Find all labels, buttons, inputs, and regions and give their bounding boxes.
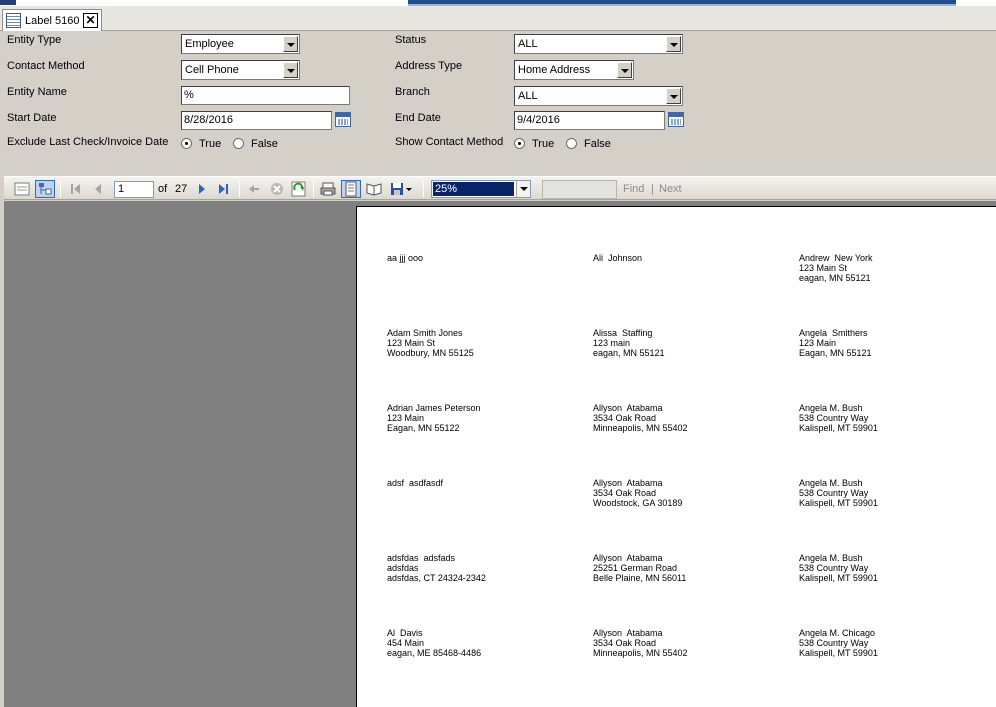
entity-name-label: Entity Name — [7, 86, 67, 98]
zoom-value: 25% — [433, 182, 514, 196]
chevron-down-icon[interactable] — [666, 36, 681, 52]
chevron-down-icon[interactable] — [617, 62, 632, 78]
first-page-icon[interactable] — [66, 180, 86, 198]
address-label: Alissa Staffing 123 main eagan, MN 55121 — [593, 328, 665, 358]
show-contact-false-label: False — [584, 138, 611, 150]
last-page-icon[interactable] — [213, 180, 233, 198]
toolbar-separator — [423, 181, 424, 197]
branch-value: ALL — [518, 90, 538, 102]
address-label: Angela M. Bush 538 Country Way Kalispell… — [799, 403, 878, 433]
export-icon[interactable] — [388, 180, 414, 198]
address-label: Allyson Atabama 3534 Oak Road Minneapoli… — [593, 628, 688, 658]
print-icon[interactable] — [318, 180, 338, 198]
contact-method-value: Cell Phone — [185, 64, 239, 76]
chevron-down-icon[interactable] — [666, 88, 681, 104]
report-icon — [6, 13, 21, 28]
previous-page-icon[interactable] — [88, 180, 108, 198]
entity-name-input[interactable]: % — [181, 86, 350, 105]
address-label: Allyson Atabama 25251 German Road Belle … — [593, 553, 687, 583]
entity-type-label: Entity Type — [7, 34, 62, 46]
zoom-select[interactable]: 25% — [431, 180, 531, 198]
document-map-icon[interactable] — [35, 180, 55, 198]
refresh-icon[interactable] — [289, 180, 309, 198]
status-select[interactable]: ALL — [514, 34, 683, 54]
entity-type-value: Employee — [185, 38, 234, 50]
next-link[interactable]: Next — [659, 183, 682, 195]
start-date-input[interactable]: 8/28/2016 — [181, 111, 332, 130]
entity-type-select[interactable]: Employee — [181, 34, 300, 54]
address-label: Allyson Atabama 3534 Oak Road Minneapoli… — [593, 403, 688, 433]
back-icon[interactable] — [244, 180, 264, 198]
show-contact-label: Show Contact Method — [395, 136, 504, 148]
address-type-value: Home Address — [518, 64, 591, 76]
tab-title: Label 5160 — [25, 14, 80, 27]
show-contact-false-radio[interactable] — [566, 138, 577, 149]
address-label: Angela M. Chicago 538 Country Way Kalisp… — [799, 628, 878, 658]
address-label: Allyson Atabama 3534 Oak Road Woodstock,… — [593, 478, 683, 508]
exclude-last-true-radio[interactable] — [181, 138, 192, 149]
start-date-label: Start Date — [7, 112, 57, 124]
end-date-label: End Date — [395, 112, 441, 124]
calendar-icon[interactable] — [668, 112, 684, 127]
find-link[interactable]: Find — [623, 183, 644, 195]
address-type-label: Address Type — [395, 60, 463, 72]
toolbar-separator — [313, 181, 314, 197]
print-layout-icon[interactable] — [341, 180, 361, 198]
chevron-down-icon[interactable] — [516, 181, 530, 197]
branch-select[interactable]: ALL — [514, 86, 683, 106]
find-separator: | — [651, 183, 654, 195]
calendar-icon[interactable] — [335, 112, 351, 127]
address-label: Adam Smith Jones 123 Main St Woodbury, M… — [387, 328, 474, 358]
toggle-parameters-icon[interactable] — [12, 180, 32, 198]
branch-label: Branch — [395, 86, 430, 98]
address-label: adsfdas adsfads adsfdas adsfdas, CT 2432… — [387, 553, 486, 583]
exclude-last-false-radio[interactable] — [233, 138, 244, 149]
find-input[interactable] — [542, 180, 617, 199]
address-label: Andrew New York 123 Main St eagan, MN 55… — [799, 253, 873, 283]
close-tab-icon[interactable]: ✕ — [83, 13, 98, 28]
show-contact-true-radio[interactable] — [514, 138, 525, 149]
chevron-down-icon[interactable] — [283, 62, 298, 78]
report-toolbar: 1 of 27 25% Find | Next — [0, 176, 996, 200]
contact-method-select[interactable]: Cell Phone — [181, 60, 300, 80]
address-label: Angela M. Bush 538 Country Way Kalispell… — [799, 478, 878, 508]
address-label: Al Davis 454 Main eagan, ME 85468-4486 — [387, 628, 482, 658]
address-label: Angela Smithers 123 Main Eagan, MN 55121 — [799, 328, 872, 358]
tab-bar: Label 5160 ✕ — [0, 6, 996, 31]
report-page: aa jjj ooo Ali Johnson Andrew New York 123… — [356, 206, 996, 707]
show-contact-true-label: True — [532, 138, 555, 150]
exclude-last-false-label: False — [251, 138, 278, 150]
toolbar-separator — [239, 181, 240, 197]
address-type-select[interactable]: Home Address — [514, 60, 634, 80]
exclude-last-label: Exclude Last Check/Invoice Date — [7, 136, 169, 148]
page-setup-icon[interactable] — [364, 180, 384, 198]
tab-label-5160[interactable]: Label 5160 ✕ — [2, 9, 102, 31]
report-background — [4, 201, 356, 707]
end-date-input[interactable]: 9/4/2016 — [514, 111, 665, 130]
stop-icon[interactable] — [267, 180, 287, 198]
status-label: Status — [395, 34, 427, 46]
next-page-icon[interactable] — [192, 180, 212, 198]
address-label: Adrian James Peterson 123 Main Eagan, MN… — [387, 403, 481, 433]
address-label: Angela M. Bush 538 Country Way Kalispell… — [799, 553, 878, 583]
toolbar-separator — [60, 181, 61, 197]
address-label: adsf asdfasdf — [387, 478, 444, 488]
app-icon — [0, 0, 16, 5]
exclude-last-true-label: True — [199, 138, 222, 150]
page-total: 27 — [175, 183, 188, 195]
page-of-label: of — [158, 183, 168, 195]
chevron-down-icon[interactable] — [283, 36, 298, 52]
address-label: aa jjj ooo — [387, 253, 424, 263]
contact-method-label: Contact Method — [7, 60, 85, 72]
page-number-input[interactable]: 1 — [114, 181, 154, 198]
status-value: ALL — [518, 38, 538, 50]
address-label: Ali Johnson — [593, 253, 643, 263]
